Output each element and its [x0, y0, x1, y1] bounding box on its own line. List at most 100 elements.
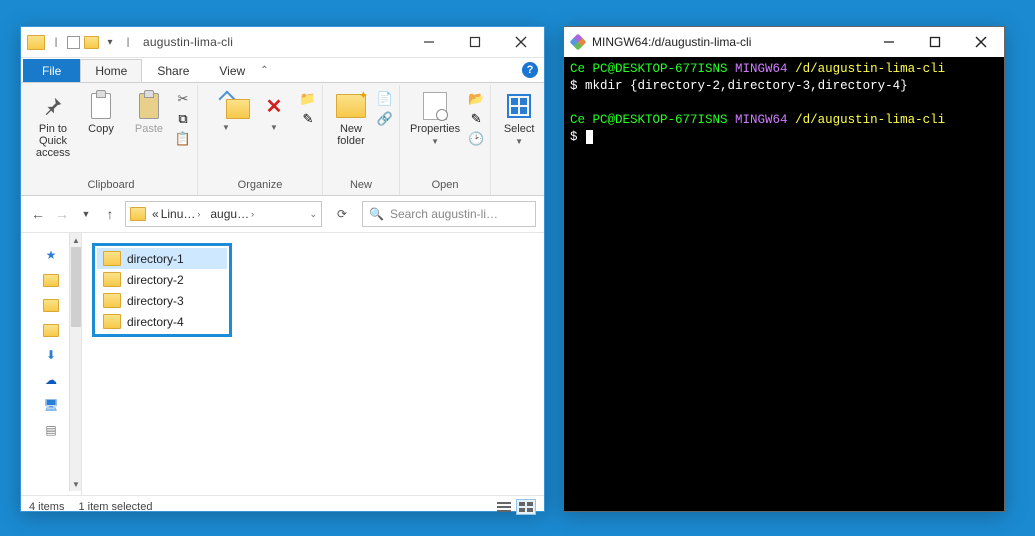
minimize-button[interactable] — [866, 27, 912, 57]
list-item[interactable]: directory-3 — [97, 290, 227, 311]
nav-back-button[interactable]: ← — [29, 205, 47, 223]
scroll-up-icon[interactable]: ▲ — [70, 233, 82, 247]
chevron-down-icon: ▼ — [270, 123, 278, 132]
list-item[interactable]: directory-4 — [97, 311, 227, 332]
breadcrumb-current[interactable]: augu… › — [206, 207, 258, 221]
qat-separator: | — [121, 35, 135, 49]
close-button[interactable] — [498, 27, 544, 57]
prompt-env: MINGW64 — [735, 113, 788, 127]
tab-home[interactable]: Home — [80, 59, 142, 82]
properties-icon — [420, 91, 450, 121]
prompt-path: /d/augustin-lima-cli — [795, 113, 945, 127]
tab-view[interactable]: View — [204, 59, 260, 82]
file-explorer-window: | ▾ | augustin-lima-cli File Home Share … — [20, 26, 545, 512]
folder-name: directory-3 — [127, 294, 184, 308]
easy-access-icon[interactable]: 🔗 — [377, 111, 393, 127]
select-label: Select — [504, 123, 535, 135]
tab-share[interactable]: Share — [142, 59, 204, 82]
maximize-button[interactable] — [912, 27, 958, 57]
qat-checkbox-icon[interactable] — [67, 36, 80, 49]
qat-dropdown-icon[interactable]: ▾ — [103, 35, 117, 49]
ribbon-group-open: Properties ▼ 📂 ✎ 🕑 Open — [400, 85, 491, 195]
scroll-thumb[interactable] — [71, 247, 81, 327]
search-input[interactable]: 🔍 Search augustin-li… — [362, 201, 536, 227]
status-bar: 4 items 1 item selected — [21, 495, 544, 518]
pin-icon — [38, 91, 68, 121]
ribbon-group-organize: ▼ ✕ ▼ 📁 ✎ Organize — [198, 85, 323, 195]
chevron-down-icon: ▼ — [515, 137, 523, 146]
cut-icon[interactable]: ✂ — [175, 91, 191, 107]
folder-name: directory-4 — [127, 315, 184, 329]
folder-name: directory-2 — [127, 273, 184, 287]
window-title: augustin-lima-cli — [135, 35, 233, 49]
collapse-ribbon-button[interactable]: ⌃ — [260, 65, 268, 76]
ribbon-group-clipboard: Pin to Quick access Copy Paste ✂ ⧉ 📋 Cli… — [25, 85, 198, 195]
address-bar-row: ← → ▼ ↑ « Linu… › augu… › ⌄ ⟳ 🔍 Search a… — [21, 196, 544, 233]
copy-icon — [86, 91, 116, 121]
select-button[interactable]: Select ▼ — [497, 89, 541, 148]
paste-icon — [134, 91, 164, 121]
folder-icon — [84, 36, 99, 49]
copy-path-icon[interactable]: ⧉ — [175, 111, 191, 127]
terminal-titlebar[interactable]: MINGW64:/d/augustin-lima-cli — [564, 27, 1004, 57]
group-label-select — [497, 177, 541, 195]
navigation-pane[interactable]: ★ ⬇ ☁ 🖥 ▤ ▲ ▼ — [21, 233, 82, 495]
prompt-user: Ce PC@DESKTOP-677ISNS — [570, 62, 728, 76]
pin-label: Pin to Quick access — [35, 123, 71, 159]
ribbon: Pin to Quick access Copy Paste ✂ ⧉ 📋 Cli… — [21, 83, 544, 196]
ribbon-group-new: New folder 📄 🔗 New — [323, 85, 400, 195]
icons-view-button[interactable] — [516, 499, 536, 515]
address-dropdown-icon[interactable]: ⌄ — [309, 209, 317, 220]
navpane-scrollbar[interactable]: ▲ ▼ — [69, 233, 82, 491]
folder-icon — [103, 251, 121, 266]
edit-icon[interactable]: ✎ — [468, 111, 484, 127]
pin-to-quick-access-button[interactable]: Pin to Quick access — [31, 89, 75, 161]
new-folder-icon — [336, 91, 366, 121]
ribbon-tab-bar: File Home Share View ⌃ ? — [21, 58, 544, 83]
details-view-button[interactable] — [494, 499, 514, 515]
paste-button[interactable]: Paste — [127, 89, 171, 137]
scroll-down-icon[interactable]: ▼ — [70, 477, 82, 491]
breadcrumb-root[interactable]: « Linu… › — [148, 207, 204, 221]
explorer-titlebar[interactable]: | ▾ | augustin-lima-cli — [21, 27, 544, 58]
mingw-icon — [570, 34, 586, 50]
refresh-button[interactable]: ⟳ — [328, 200, 356, 228]
folder-icon — [130, 207, 146, 221]
maximize-button[interactable] — [452, 27, 498, 57]
prompt-env: MINGW64 — [735, 62, 788, 76]
minimize-button[interactable] — [406, 27, 452, 57]
rename-icon[interactable]: ✎ — [300, 111, 316, 127]
address-bar[interactable]: « Linu… › augu… › ⌄ — [125, 201, 322, 227]
copy-label: Copy — [88, 123, 114, 135]
terminal-cursor — [586, 130, 593, 144]
new-item-icon[interactable]: 📄 — [377, 91, 393, 107]
terminal-output[interactable]: Ce PC@DESKTOP-677ISNS MINGW64 /d/augusti… — [564, 57, 1004, 511]
tab-file[interactable]: File — [23, 59, 80, 82]
close-button[interactable] — [958, 27, 1004, 57]
help-icon[interactable]: ? — [522, 62, 538, 78]
move-to-button[interactable]: ▼ — [204, 89, 248, 134]
open-icon[interactable]: 📂 — [468, 91, 484, 107]
nav-recent-dropdown[interactable]: ▼ — [77, 205, 95, 223]
folder-icon — [103, 314, 121, 329]
paste-shortcut-icon[interactable]: 📋 — [175, 131, 191, 147]
nav-up-button[interactable]: ↑ — [101, 205, 119, 223]
history-icon[interactable]: 🕑 — [468, 131, 484, 147]
copy-to-icon[interactable]: 📁 — [300, 91, 316, 107]
prompt-path: /d/augustin-lima-cli — [795, 62, 945, 76]
nav-forward-button[interactable]: → — [53, 205, 71, 223]
group-label-new: New — [329, 177, 393, 195]
terminal-window: MINGW64:/d/augustin-lima-cli Ce PC@DESKT… — [563, 26, 1005, 512]
list-item[interactable]: directory-1 — [97, 248, 227, 269]
terminal-title: MINGW64:/d/augustin-lima-cli — [592, 35, 751, 49]
delete-icon: ✕ — [259, 91, 289, 121]
copy-button[interactable]: Copy — [79, 89, 123, 137]
delete-button[interactable]: ✕ ▼ — [252, 89, 296, 134]
status-selection: 1 item selected — [78, 501, 152, 513]
properties-button[interactable]: Properties ▼ — [406, 89, 464, 148]
paste-label: Paste — [135, 123, 163, 135]
file-list-pane[interactable]: directory-1 directory-2 directory-3 dire… — [82, 233, 544, 495]
new-folder-button[interactable]: New folder — [329, 89, 373, 149]
folder-name: directory-1 — [127, 252, 184, 266]
list-item[interactable]: directory-2 — [97, 269, 227, 290]
